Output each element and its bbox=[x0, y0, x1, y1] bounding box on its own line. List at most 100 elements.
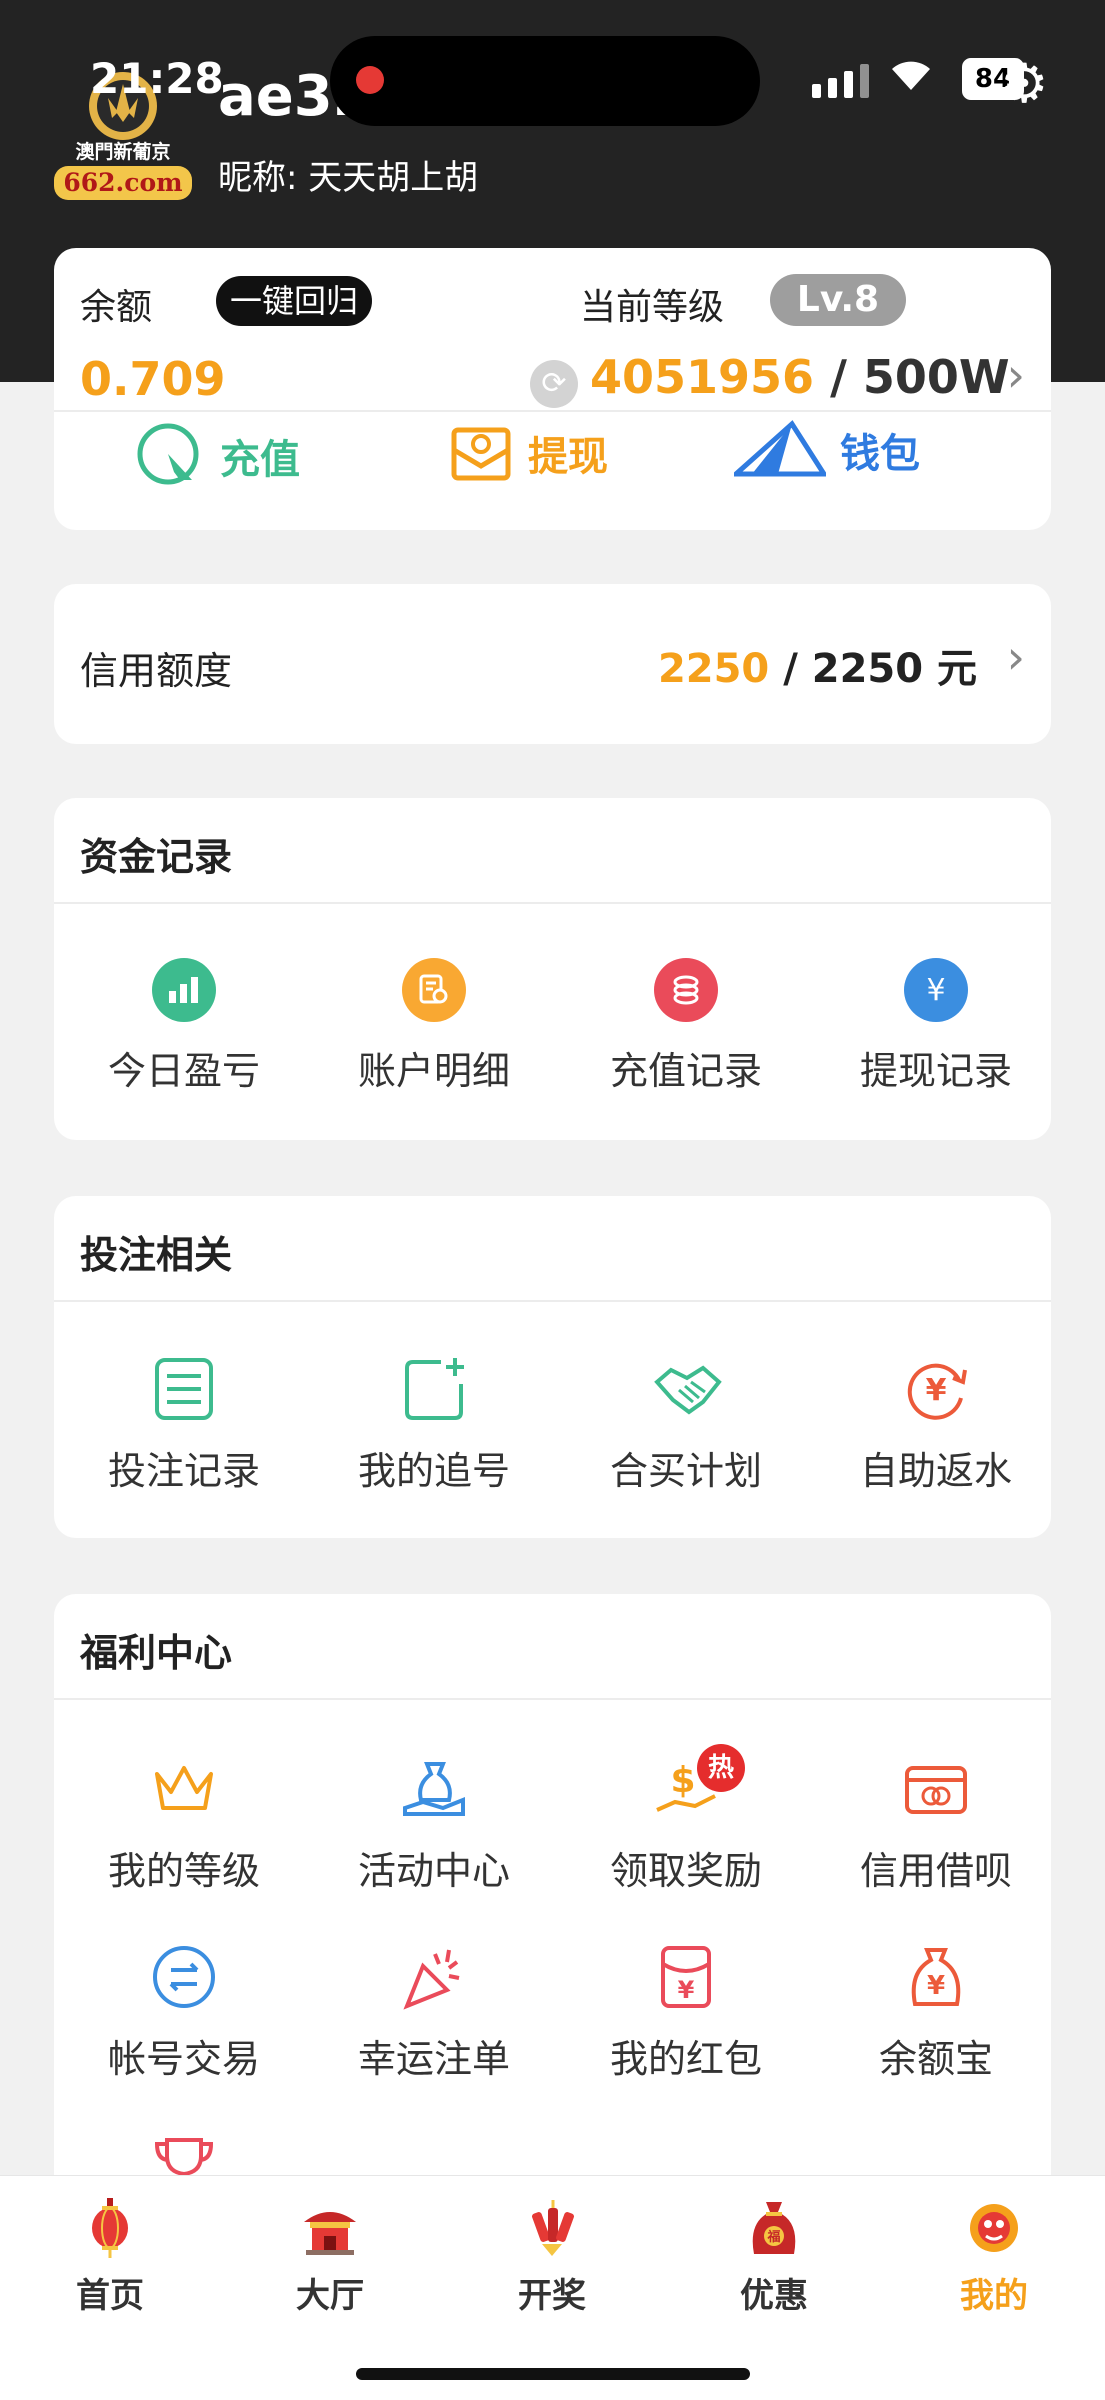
tab-label: 大厅 bbox=[296, 2276, 364, 2316]
divider bbox=[54, 902, 1051, 904]
credit-limit-row[interactable]: 信用额度 2250 / 2250 元 › bbox=[54, 584, 1051, 744]
credit-value: 2250 / 2250 元 bbox=[658, 636, 977, 694]
credit-used: 2250 bbox=[657, 646, 770, 692]
svg-text:$: $ bbox=[670, 1760, 695, 1801]
deposit-label: 充值 bbox=[220, 437, 300, 483]
group-buy-item[interactable]: 合买计划 bbox=[566, 1356, 806, 1495]
tab-lobby[interactable]: 大厅 bbox=[230, 2198, 430, 2317]
claim-reward-item[interactable]: $ 热 领取奖励 bbox=[566, 1744, 806, 1895]
party-popper-icon bbox=[401, 1944, 467, 2010]
divider bbox=[54, 1300, 1051, 1302]
svg-text:¥: ¥ bbox=[926, 1373, 947, 1408]
lantern-icon bbox=[80, 2198, 140, 2258]
exp-current: 4051956 bbox=[590, 350, 815, 404]
tab-promotions[interactable]: 福 优惠 bbox=[674, 2198, 874, 2317]
tab-mine[interactable]: 我的 bbox=[894, 2198, 1094, 2317]
my-level-item[interactable]: 我的等级 bbox=[64, 1756, 304, 1895]
activity-center-item[interactable]: 活动中心 bbox=[314, 1756, 554, 1895]
reclaim-button[interactable]: 一键回归 bbox=[216, 276, 373, 326]
wallet-label: 钱包 bbox=[840, 431, 920, 477]
recording-indicator-icon bbox=[356, 66, 384, 94]
logo-text-top: 澳門新葡京 bbox=[75, 140, 170, 163]
document-search-icon bbox=[402, 958, 466, 1022]
chevron-right-icon[interactable]: › bbox=[1007, 348, 1025, 402]
item-label: 领取奖励 bbox=[609, 1849, 762, 1893]
item-label: 合买计划 bbox=[609, 1449, 762, 1493]
balance-label: 余额 bbox=[80, 287, 153, 328]
withdraw-label: 提现 bbox=[528, 434, 608, 480]
money-bag-hand-icon bbox=[401, 1756, 467, 1822]
section-title: 资金记录 bbox=[80, 835, 233, 879]
item-label: 帐号交易 bbox=[107, 2037, 260, 2081]
firecracker-icon bbox=[522, 2198, 582, 2258]
item-label: 账户明细 bbox=[357, 1049, 510, 1093]
yuan-bag-icon: ¥ bbox=[903, 1944, 969, 2010]
item-label: 余额宝 bbox=[878, 2037, 993, 2081]
divider bbox=[54, 1698, 1051, 1700]
credit-loan-item[interactable]: 信用借呗 bbox=[816, 1756, 1056, 1895]
nickname: 昵称: 天天胡上胡 bbox=[218, 158, 479, 198]
credit-label: 信用额度 bbox=[80, 649, 233, 693]
lucky-bet-item[interactable]: 幸运注单 bbox=[314, 1944, 554, 2083]
tab-label: 优惠 bbox=[740, 2276, 808, 2316]
pavilion-icon bbox=[300, 2198, 360, 2258]
lion-dance-icon bbox=[964, 2198, 1024, 2258]
settings-gear-icon[interactable]: ⚙ bbox=[1000, 52, 1048, 115]
account-detail-item[interactable]: 账户明细 bbox=[314, 958, 554, 1095]
item-label: 活动中心 bbox=[357, 1849, 510, 1893]
today-profit-item[interactable]: 今日盈亏 bbox=[64, 958, 304, 1095]
status-time: 21:28 bbox=[90, 54, 224, 103]
red-envelope-icon: ¥ bbox=[653, 1944, 719, 2010]
deposit-records-item[interactable]: 充值记录 bbox=[566, 958, 806, 1095]
item-label: 投注记录 bbox=[107, 1449, 260, 1493]
account-trade-item[interactable]: 帐号交易 bbox=[64, 1944, 304, 2083]
dynamic-island bbox=[330, 36, 760, 126]
level-progress[interactable]: 4051956 / 500W bbox=[590, 350, 1010, 404]
item-label: 我的红包 bbox=[609, 2037, 762, 2081]
withdraw-records-item[interactable]: ¥ 提现记录 bbox=[816, 958, 1056, 1095]
chevron-right-icon: › bbox=[1006, 630, 1025, 684]
deposit-button[interactable]: 充值 bbox=[134, 420, 300, 492]
paper-plane-icon bbox=[734, 420, 826, 477]
coins-icon bbox=[654, 958, 718, 1022]
betting-section: 投注相关 投注记录 我的追号 合买计划 ¥ 自助返水 bbox=[54, 1196, 1051, 1538]
logo-text-bottom: 662.com bbox=[63, 168, 182, 197]
exp-separator: / bbox=[814, 350, 863, 404]
home-indicator[interactable] bbox=[356, 2368, 750, 2380]
item-label: 自助返水 bbox=[859, 1449, 1012, 1493]
item-label: 我的等级 bbox=[107, 1849, 260, 1893]
tab-label: 我的 bbox=[960, 2276, 1028, 2316]
fund-records-section: 资金记录 今日盈亏 账户明细 充值记录 ¥ 提现记录 bbox=[54, 798, 1051, 1140]
withdraw-envelope-icon bbox=[451, 427, 511, 481]
credit-separator: / bbox=[769, 646, 812, 692]
signal-icon bbox=[812, 64, 869, 98]
level-badge: Lv.8 bbox=[770, 274, 906, 326]
item-label: 今日盈亏 bbox=[107, 1049, 260, 1093]
divider bbox=[54, 410, 1051, 412]
tab-lottery-results[interactable]: 开奖 bbox=[452, 2198, 652, 2317]
self-rebate-item[interactable]: ¥ 自助返水 bbox=[816, 1356, 1056, 1495]
exp-target: 500W bbox=[862, 350, 1010, 404]
balance-value: 0.709 bbox=[80, 352, 226, 406]
exchange-icon bbox=[151, 1944, 217, 2010]
yuan-transfer-icon: ¥ bbox=[904, 958, 968, 1022]
item-label: 提现记录 bbox=[859, 1049, 1012, 1093]
bet-records-item[interactable]: 投注记录 bbox=[64, 1356, 304, 1495]
chase-number-item[interactable]: 我的追号 bbox=[314, 1356, 554, 1495]
tab-label: 首页 bbox=[76, 2276, 144, 2316]
tab-home[interactable]: 首页 bbox=[10, 2198, 210, 2317]
red-envelope-item[interactable]: ¥ 我的红包 bbox=[566, 1944, 806, 2083]
bar-chart-icon bbox=[152, 958, 216, 1022]
balance-treasure-item[interactable]: ¥ 余额宝 bbox=[816, 1944, 1056, 2083]
refresh-balance-icon[interactable]: ⟳ bbox=[530, 360, 578, 408]
section-title: 福利中心 bbox=[80, 1631, 233, 1675]
list-icon bbox=[151, 1356, 217, 1422]
reward-hand-icon: $ 热 bbox=[653, 1744, 745, 1822]
wallet-button[interactable]: 钱包 bbox=[734, 420, 920, 480]
wifi-icon bbox=[888, 56, 934, 102]
item-label: 幸运注单 bbox=[357, 2037, 510, 2081]
withdraw-button[interactable]: 提现 bbox=[448, 420, 608, 486]
svg-text:福: 福 bbox=[766, 2229, 780, 2245]
section-title: 投注相关 bbox=[80, 1233, 233, 1277]
add-square-icon bbox=[401, 1356, 467, 1422]
